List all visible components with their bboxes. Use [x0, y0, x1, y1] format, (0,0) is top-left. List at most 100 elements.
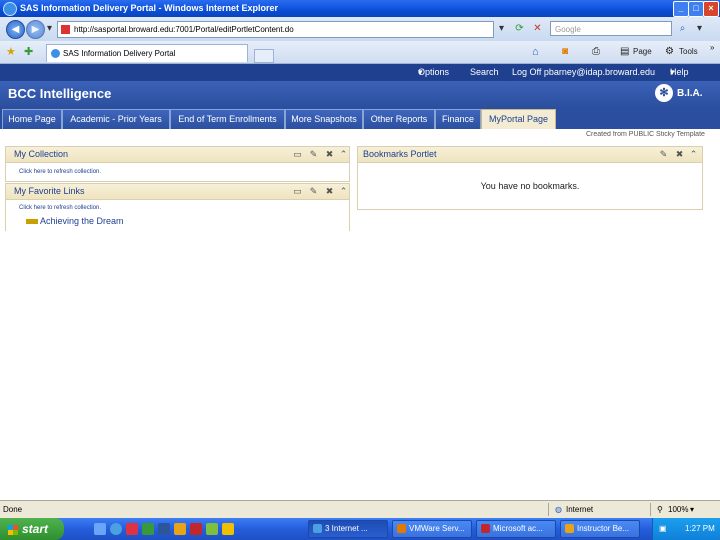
- windows-taskbar: start 3 Internet ... VMWare Serv... Micr…: [0, 518, 720, 540]
- zoom-dropdown-icon[interactable]: ▾: [690, 501, 694, 518]
- address-dropdown-icon[interactable]: ▾: [494, 21, 509, 36]
- favorite-link[interactable]: Achieving the Dream: [40, 216, 124, 226]
- portal-banner: BCC Intelligence ✻ B.I.A.: [0, 81, 720, 108]
- my-collection-portlet: My Collection ▭ ✎ ✖ ⌃ Click here to refr…: [5, 146, 350, 182]
- zone-text: Internet: [566, 505, 594, 514]
- taskbar-item-access[interactable]: Microsoft ac...: [476, 520, 556, 538]
- window-title: SAS Information Delivery Portal - Window…: [20, 3, 278, 13]
- portlet-minimize-icon[interactable]: ▭: [292, 186, 303, 197]
- zoom-level[interactable]: 100%: [668, 501, 688, 518]
- search-link[interactable]: Search: [470, 64, 499, 81]
- address-toolbar: ◀ ▶ ▾ http://sasportal.broward.edu:7001/…: [0, 17, 720, 41]
- search-options-icon[interactable]: ▾: [692, 21, 707, 36]
- close-window-button[interactable]: ×: [703, 1, 719, 17]
- windows-flag-icon: [8, 524, 18, 535]
- minimize-button[interactable]: _: [673, 1, 689, 17]
- bia-logo-icon: ✻: [655, 84, 673, 102]
- word-quicklaunch-icon[interactable]: [158, 523, 170, 535]
- app2-quicklaunch-icon[interactable]: [206, 523, 218, 535]
- back-icon[interactable]: ◀: [6, 20, 25, 39]
- portlet-collapse-icon[interactable]: ⌃: [688, 149, 699, 160]
- portlet-header: My Collection ▭ ✎ ✖ ⌃: [6, 147, 349, 163]
- portlet-collapse-icon[interactable]: ⌃: [338, 186, 349, 197]
- home-icon[interactable]: ⌂: [532, 45, 539, 59]
- taskbar-item-instructor[interactable]: Instructor Be...: [560, 520, 640, 538]
- template-note: Created from PUBLIC Sticky Template: [586, 131, 705, 138]
- link-bullet-icon: [26, 219, 38, 225]
- portlet-edit-icon[interactable]: ✎: [308, 149, 319, 160]
- refresh-collection-link[interactable]: Click here to refresh collection.: [19, 169, 101, 175]
- portlet-minimize-icon[interactable]: ▭: [292, 149, 303, 160]
- logoff-link[interactable]: Log Off pbarney@idap.broward.edu: [512, 64, 655, 81]
- portal-brand: BCC Intelligence: [8, 86, 112, 101]
- print-icon[interactable]: ⎙: [592, 45, 600, 59]
- app3-quicklaunch-icon[interactable]: [222, 523, 234, 535]
- portlet-remove-icon[interactable]: ✖: [324, 149, 335, 160]
- vmware-icon: [397, 524, 406, 534]
- tab-academic-prior-years[interactable]: Academic - Prior Years: [62, 109, 170, 129]
- portlet-edit-icon[interactable]: ✎: [308, 186, 319, 197]
- browser-tab-active[interactable]: SAS Information Delivery Portal: [46, 44, 248, 62]
- show-desktop-icon[interactable]: [94, 523, 106, 535]
- tab-other-reports[interactable]: Other Reports: [363, 109, 435, 129]
- portlet-header: My Favorite Links ▭ ✎ ✖ ⌃: [6, 184, 349, 200]
- gear-icon[interactable]: ⚙: [665, 45, 674, 59]
- taskbar-item-internet[interactable]: 3 Internet ...: [308, 520, 388, 538]
- folder-quicklaunch-icon[interactable]: [174, 523, 186, 535]
- tools-menu[interactable]: Tools: [679, 45, 698, 59]
- status-bar: Done ◍ Internet ⚲ 100% ▾: [0, 500, 720, 518]
- portal-nav-tabs: Home Page Academic - Prior Years End of …: [0, 108, 720, 129]
- portal-top-nav: Options ▾ Search Log Off pbarney@idap.br…: [0, 64, 720, 81]
- site-favicon: [61, 25, 70, 35]
- list-item[interactable]: Achieving the Dream: [26, 216, 124, 226]
- clock[interactable]: 1:27 PM: [685, 518, 715, 540]
- search-input[interactable]: Google: [550, 21, 672, 36]
- refresh-icon[interactable]: ⟳: [512, 21, 527, 36]
- portlet-title: Bookmarks Portlet: [363, 149, 437, 159]
- history-dropdown-icon[interactable]: ▾: [42, 21, 57, 36]
- excel-quicklaunch-icon[interactable]: [142, 523, 154, 535]
- search-icon[interactable]: ⌕: [675, 21, 690, 36]
- tab-more-snapshots[interactable]: More Snapshots: [285, 109, 363, 129]
- access-quicklaunch-icon[interactable]: [190, 523, 202, 535]
- favorites-star-icon[interactable]: ★: [6, 45, 16, 58]
- feeds-icon[interactable]: ◙: [562, 45, 568, 59]
- help-menu[interactable]: Help ▾: [670, 64, 689, 81]
- app-quicklaunch-icon[interactable]: [126, 523, 138, 535]
- tab-myportal-page[interactable]: MyPortal Page: [481, 109, 556, 129]
- page-icon[interactable]: ▤: [620, 45, 629, 59]
- options-menu[interactable]: Options ▾: [418, 64, 449, 81]
- tray-network-icon[interactable]: ▣: [659, 518, 667, 540]
- portlet-collapse-icon[interactable]: ⌃: [338, 149, 349, 160]
- tab-finance[interactable]: Finance: [435, 109, 481, 129]
- portlet-remove-icon[interactable]: ✖: [674, 149, 685, 160]
- portlet-remove-icon[interactable]: ✖: [324, 186, 335, 197]
- maximize-button[interactable]: □: [688, 1, 704, 17]
- app-icon: [565, 524, 574, 534]
- ie-quicklaunch-icon[interactable]: [110, 523, 122, 535]
- address-input[interactable]: http://sasportal.broward.edu:7001/Portal…: [57, 21, 494, 38]
- portlet-header: Bookmarks Portlet ✎ ✖ ⌃: [358, 147, 702, 163]
- refresh-links-link[interactable]: Click here to refresh collection.: [19, 205, 101, 211]
- start-button[interactable]: start: [0, 518, 64, 540]
- zoom-icon: ⚲: [657, 505, 663, 514]
- ie-icon: [3, 2, 17, 16]
- new-tab-button[interactable]: [254, 49, 274, 63]
- status-text: Done: [3, 505, 23, 514]
- more-commands-button[interactable]: »: [710, 41, 714, 55]
- tab-home-page[interactable]: Home Page: [2, 109, 62, 129]
- window-titlebar: SAS Information Delivery Portal - Window…: [0, 0, 720, 17]
- portlet-edit-icon[interactable]: ✎: [658, 149, 669, 160]
- portlet-title: My Collection: [14, 149, 69, 159]
- browser-tab-title: SAS Information Delivery Portal: [63, 49, 176, 58]
- stop-icon[interactable]: ✕: [530, 21, 545, 36]
- browser-tab-bar: ★ ✚ SAS Information Delivery Portal ⌂ ◙ …: [0, 41, 720, 64]
- ie-page-icon: [51, 49, 60, 59]
- taskbar-item-vmware[interactable]: VMWare Serv...: [392, 520, 472, 538]
- tab-end-of-term-enrollments[interactable]: End of Term Enrollments: [170, 109, 285, 129]
- ie-icon: [313, 524, 322, 534]
- page-menu[interactable]: Page: [633, 45, 652, 59]
- bia-logo-text: B.I.A.: [677, 88, 703, 99]
- add-favorites-icon[interactable]: ✚: [24, 45, 33, 58]
- bookmarks-portlet: Bookmarks Portlet ✎ ✖ ⌃ You have no book…: [357, 146, 703, 210]
